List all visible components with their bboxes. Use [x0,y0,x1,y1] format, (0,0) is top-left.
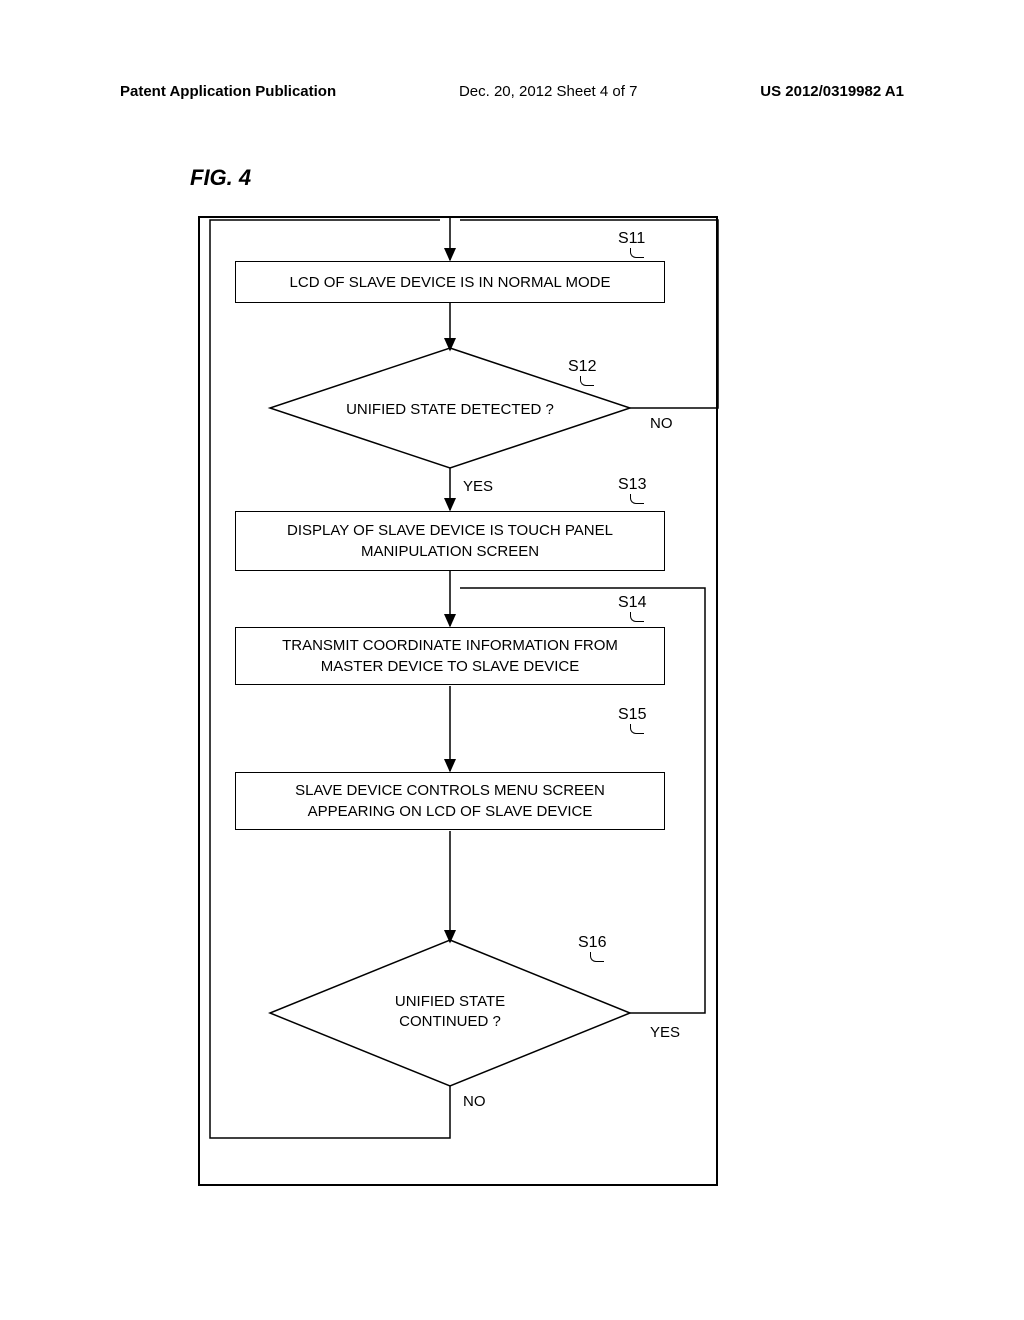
callout-hook-icon [630,248,644,258]
decision-text-s12: UNIFIED STATE DETECTED ? [345,400,555,420]
decision-text-s16: UNIFIED STATE CONTINUED ? [375,992,525,1031]
step-label-s14: S14 [618,594,646,612]
label-yes-s16: YES [650,1024,680,1041]
callout-hook-icon [630,612,644,622]
callout-hook-icon [630,724,644,734]
decision-text-s16-line1: UNIFIED STATE [395,993,505,1010]
step-label-s15: S15 [618,706,646,724]
callout-hook-icon [630,494,644,504]
step-label-s11: S11 [618,230,645,248]
flowchart-container: S11 LCD OF SLAVE DEVICE IS IN NORMAL MOD… [198,216,718,1186]
step-label-s16: S16 [578,934,606,952]
figure-label: FIG. 4 [190,165,251,191]
flowchart-connectors [200,218,720,1188]
process-text-s11: LCD OF SLAVE DEVICE IS IN NORMAL MODE [290,272,611,293]
header-publication-type: Patent Application Publication [120,83,336,100]
step-label-s13: S13 [618,476,646,494]
process-text-s14-line1: TRANSMIT COORDINATE INFORMATION FROM [282,635,618,656]
label-no-s12: NO [650,415,673,432]
decision-text-s16-line2: CONTINUED ? [399,1013,501,1030]
process-text-s15-line2: APPEARING ON LCD OF SLAVE DEVICE [308,801,593,822]
page-header: Patent Application Publication Dec. 20, … [0,83,1024,100]
process-box-s14: TRANSMIT COORDINATE INFORMATION FROM MAS… [235,627,665,685]
label-no-s16: NO [463,1093,486,1110]
process-box-s13: DISPLAY OF SLAVE DEVICE IS TOUCH PANEL M… [235,511,665,571]
header-date-sheet: Dec. 20, 2012 Sheet 4 of 7 [459,83,637,100]
label-yes-s12: YES [463,478,493,495]
step-label-s12: S12 [568,358,596,376]
process-text-s13-line2: MANIPULATION SCREEN [361,541,539,562]
callout-hook-icon [590,952,604,962]
header-patent-number: US 2012/0319982 A1 [760,83,904,100]
process-text-s15-line1: SLAVE DEVICE CONTROLS MENU SCREEN [295,780,605,801]
process-box-s11: LCD OF SLAVE DEVICE IS IN NORMAL MODE [235,261,665,303]
process-text-s13-line1: DISPLAY OF SLAVE DEVICE IS TOUCH PANEL [287,520,613,541]
callout-hook-icon [580,376,594,386]
process-box-s15: SLAVE DEVICE CONTROLS MENU SCREEN APPEAR… [235,772,665,830]
process-text-s14-line2: MASTER DEVICE TO SLAVE DEVICE [321,656,579,677]
